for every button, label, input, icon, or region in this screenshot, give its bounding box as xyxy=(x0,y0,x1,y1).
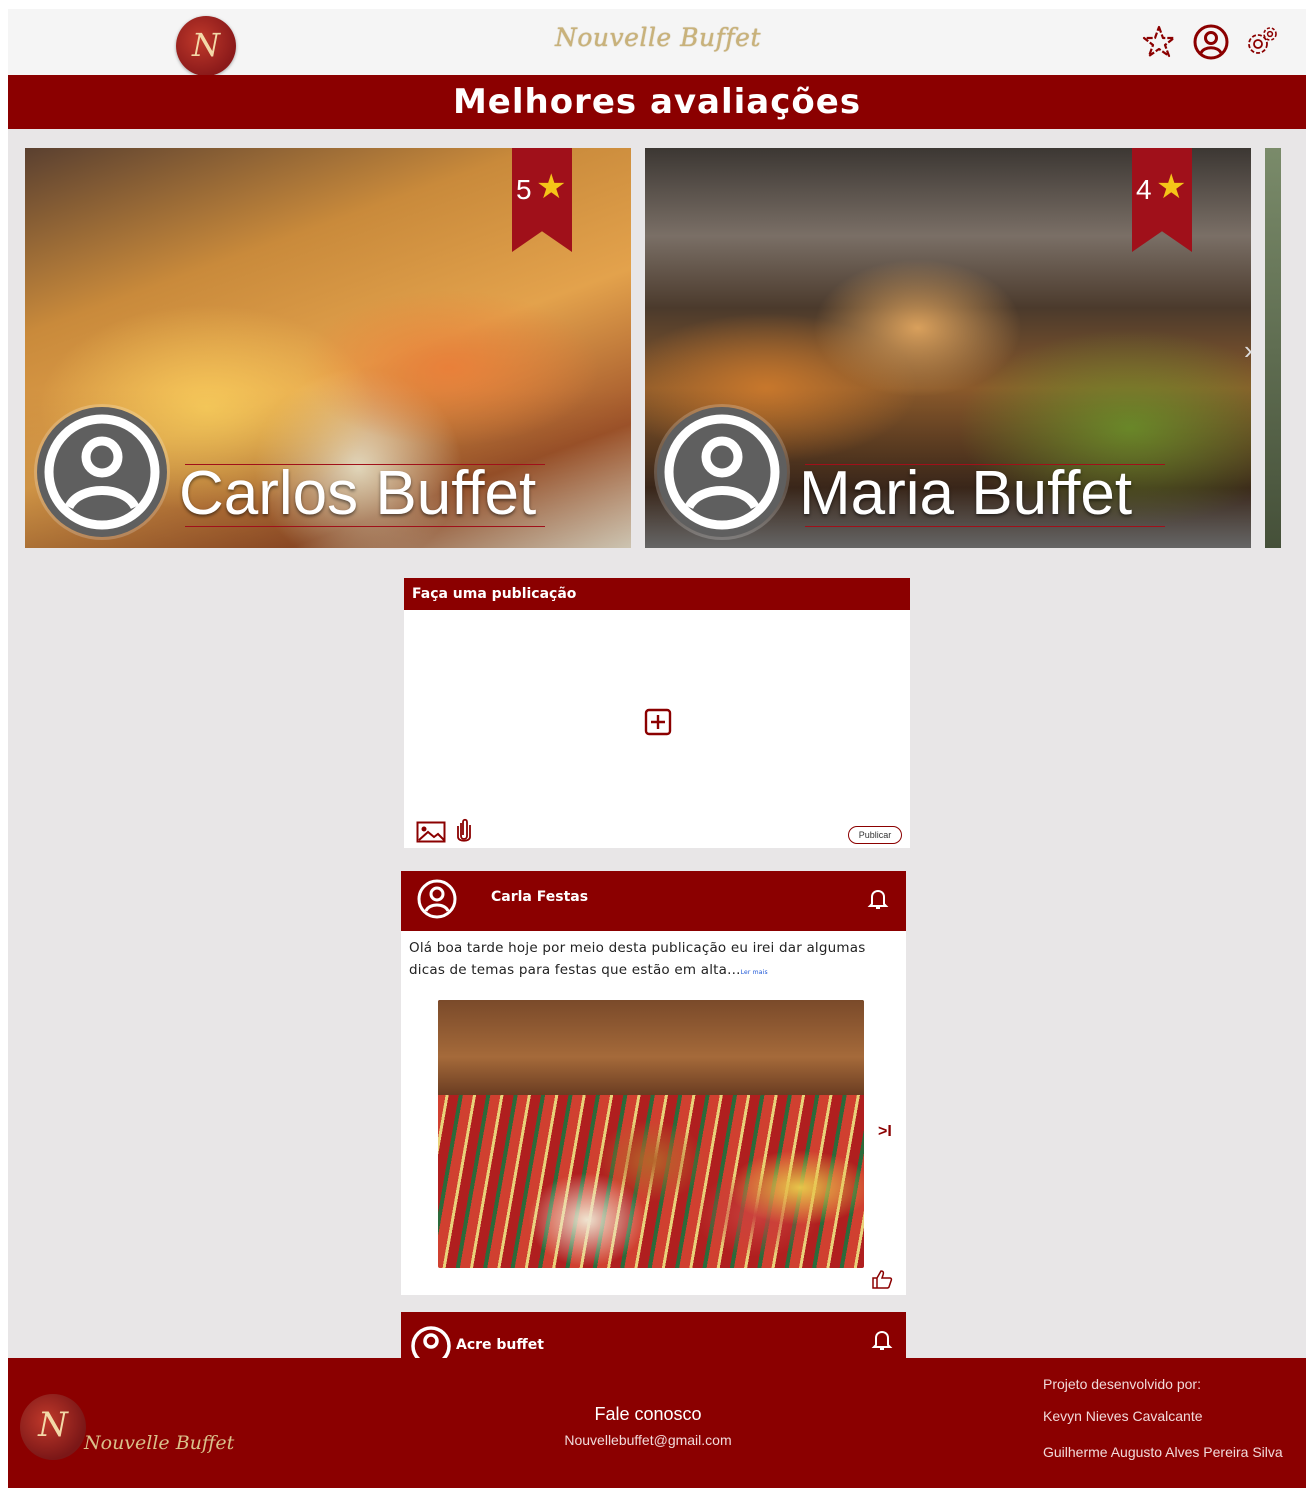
buffet-card[interactable]: 5 ★ Carlos Buffet xyxy=(25,148,631,548)
contact-email-link[interactable]: Nouvellebuffet@gmail.com xyxy=(528,1432,768,1448)
feed-post: Acre buffet xyxy=(401,1312,906,1366)
rating-ribbon: 4 ★ xyxy=(1132,148,1192,252)
app-frame: N Nouvelle Buffet Melhores avaliações 5 … xyxy=(8,9,1306,1488)
logo-letter: N xyxy=(38,1405,68,1445)
thumbs-up-icon[interactable] xyxy=(871,1269,893,1289)
credits: Projeto desenvolvido por: Kevyn Nieves C… xyxy=(1043,1374,1293,1462)
rating-value: 5 xyxy=(516,174,532,205)
buffet-name: Maria Buffet xyxy=(799,459,1133,528)
add-content-icon[interactable] xyxy=(644,708,672,736)
image-upload-icon[interactable] xyxy=(416,821,446,843)
next-card-peek[interactable] xyxy=(1265,148,1281,548)
brand-name: Nouvelle Buffet xyxy=(555,23,761,52)
contact-title: Fale conosco xyxy=(594,1404,702,1424)
publish-button[interactable]: Publicar xyxy=(848,826,902,844)
footer-brand: Nouvelle Buffet xyxy=(84,1432,235,1454)
bell-icon[interactable] xyxy=(867,887,889,911)
chevron-right-icon[interactable]: › xyxy=(1244,335,1253,366)
next-image-icon[interactable]: >I xyxy=(878,1123,892,1141)
credits-title: Projeto desenvolvido por: xyxy=(1043,1376,1201,1392)
buffet-card[interactable]: 4 ★ Maria Buffet xyxy=(645,148,1251,548)
logo[interactable]: N xyxy=(176,16,236,76)
attachment-clip-icon[interactable] xyxy=(456,818,472,842)
favorites-star-icon[interactable] xyxy=(1140,23,1178,61)
composer-title: Faça uma publicação xyxy=(404,578,910,610)
post-body: Olá boa tarde hoje por meio desta public… xyxy=(409,940,866,978)
top-header: N Nouvelle Buffet xyxy=(8,9,1306,76)
post-header: Carla Festas xyxy=(401,871,906,931)
author-avatar-icon[interactable] xyxy=(415,877,459,921)
buffet-name: Carlos Buffet xyxy=(179,459,537,528)
star-icon: ★ xyxy=(1156,168,1187,206)
post-text: Olá boa tarde hoje por meio desta public… xyxy=(409,937,889,984)
credits-name: Kevyn Nieves Cavalcante xyxy=(1043,1408,1203,1424)
post-author[interactable]: Carla Festas xyxy=(491,889,588,905)
image-backdrop xyxy=(438,1000,864,1095)
star-icon: ★ xyxy=(536,168,567,206)
settings-gear-icon[interactable] xyxy=(1243,23,1281,61)
feed-post: Carla Festas Olá boa tarde hoje por meio… xyxy=(401,871,906,1295)
user-avatar-icon xyxy=(657,407,787,537)
read-more-link[interactable]: Ler mais xyxy=(741,969,768,976)
logo-letter: N xyxy=(192,26,220,64)
user-avatar-icon xyxy=(37,407,167,537)
rating-ribbon: 5 ★ xyxy=(512,148,572,252)
profile-user-icon[interactable] xyxy=(1192,23,1230,61)
bell-icon[interactable] xyxy=(871,1328,893,1352)
rating-value: 4 xyxy=(1136,174,1152,205)
post-composer: Faça uma publicação Publicar xyxy=(404,578,910,848)
post-author[interactable]: Acre buffet xyxy=(456,1337,544,1353)
footer-logo[interactable]: N xyxy=(20,1394,86,1460)
credits-name: Guilherme Augusto Alves Pereira Silva xyxy=(1043,1444,1283,1460)
best-ratings-banner: Melhores avaliações xyxy=(8,75,1306,129)
page-footer: N Nouvelle Buffet Fale conosco Nouvelleb… xyxy=(8,1358,1306,1488)
post-image[interactable] xyxy=(438,1000,864,1268)
